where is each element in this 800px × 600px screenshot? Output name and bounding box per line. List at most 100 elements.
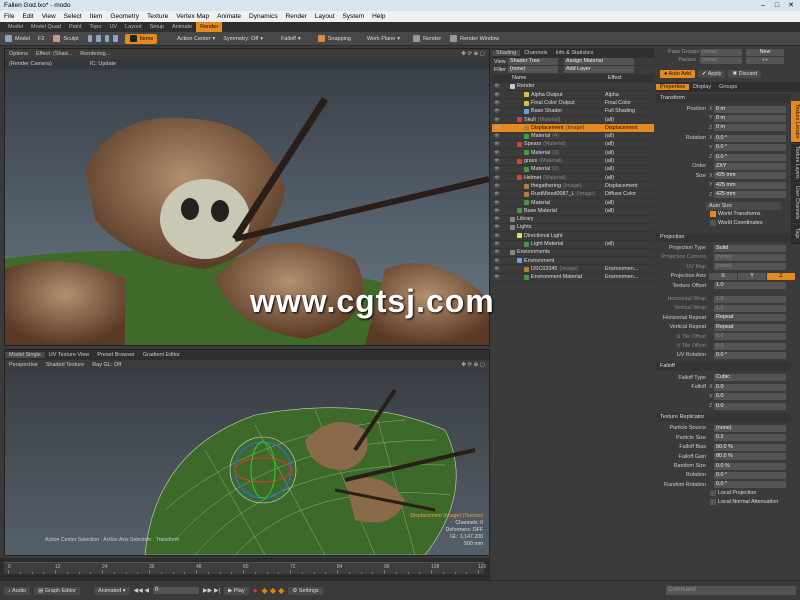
work-plane-dropdown[interactable]: Work Plane ▾: [363, 32, 404, 46]
symmetry-dropdown[interactable]: Symmetry: Off ▾: [219, 32, 267, 46]
local-projection-checkbox[interactable]: Local Projection: [710, 489, 756, 496]
texture-replicator-section-header[interactable]: Texture Replicator: [656, 412, 791, 422]
projection-section-header[interactable]: Projection: [656, 232, 791, 242]
visibility-eye-icon[interactable]: 👁: [492, 232, 502, 240]
world-coordinates-checkbox[interactable]: World Coordinates: [710, 219, 763, 226]
visibility-eye-icon[interactable]: 👁: [492, 124, 502, 132]
world-coordinates-checkbox-box[interactable]: [710, 219, 716, 226]
local-normal-attenuation-checkbox[interactable]: Local Normal Attenuation: [710, 498, 778, 505]
falloff-bias-field[interactable]: 50.0 %: [714, 443, 786, 451]
tab-topo[interactable]: Topo: [86, 22, 106, 32]
view-tab-gradient-editor[interactable]: Gradient Editor: [139, 352, 184, 358]
menu-item-help[interactable]: Help: [368, 11, 389, 22]
projection-type-field[interactable]: Solid: [714, 244, 786, 252]
position-y-field[interactable]: 0 m: [714, 114, 786, 122]
play-button[interactable]: ▶ Play: [224, 586, 249, 595]
visibility-eye-icon[interactable]: 👁: [492, 223, 502, 231]
visibility-eye-icon[interactable]: 👁: [492, 265, 502, 273]
menu-item-file[interactable]: File: [0, 11, 18, 22]
particle-source-field[interactable]: (none): [714, 424, 786, 432]
tab-paint[interactable]: Paint: [65, 22, 86, 32]
settings-button[interactable]: ⚙ Settings: [288, 586, 323, 595]
apply-button[interactable]: ✔ Apply: [697, 69, 726, 78]
passes-dropdown[interactable]: (none): [700, 56, 742, 64]
discard-button[interactable]: ✖ Discard: [728, 69, 762, 78]
menu-item-layout[interactable]: Layout: [311, 11, 339, 22]
visibility-eye-icon[interactable]: 👁: [492, 116, 502, 124]
menu-item-vertex-map[interactable]: Vertex Map: [172, 11, 213, 22]
world-transforms-checkbox-box[interactable]: [710, 210, 716, 217]
v-tile-offset-field[interactable]: 0.0: [714, 342, 786, 350]
falloff-type-field[interactable]: Cubic: [714, 374, 786, 382]
visibility-eye-icon[interactable]: 👁: [492, 149, 502, 157]
snapping-button[interactable]: Snapping: [313, 32, 355, 46]
view-tab-model-single[interactable]: Model Single: [5, 352, 45, 358]
visibility-eye-icon[interactable]: 👁: [492, 174, 502, 182]
shader-tab-shading[interactable]: Shading: [492, 50, 521, 56]
shader-tab-info-statistics[interactable]: Info & Statistics: [551, 50, 597, 56]
key-prev-icon[interactable]: ◀◀ ◀: [134, 587, 150, 594]
raygl-dropdown[interactable]: Ray GL: Off: [88, 362, 125, 368]
animated-dropdown[interactable]: Animated ▾: [93, 586, 130, 595]
auto-size-button[interactable]: Auto Size: [706, 201, 781, 210]
shader-tree-row[interactable]: 👁 Environment Material Environmen...: [492, 274, 654, 283]
visibility-eye-icon[interactable]: 👁: [492, 140, 502, 148]
projection-axis-z-button[interactable]: Z: [767, 272, 795, 280]
minimize-icon[interactable]: –: [756, 0, 770, 11]
visibility-eye-icon[interactable]: 👁: [492, 82, 502, 90]
view-tab-preset-browser[interactable]: Preset Browser: [93, 352, 139, 358]
random-rotation-field[interactable]: 0.0 °: [714, 481, 786, 489]
f2-button[interactable]: F2: [34, 32, 48, 46]
falloff-gain-field[interactable]: 80.0 %: [714, 453, 786, 461]
viewport-nav-icons[interactable]: ✥ ⟳ ⊕ ▢: [457, 51, 489, 57]
visibility-eye-icon[interactable]: 👁: [492, 199, 502, 207]
vertical-wrap-field[interactable]: 1.0: [714, 304, 786, 312]
visibility-eye-icon[interactable]: 👁: [492, 182, 502, 190]
rotation-y-field[interactable]: 0.0 °: [714, 144, 786, 152]
selection-mode-icons[interactable]: [83, 35, 123, 42]
u-tile-offset-field[interactable]: 0.0: [714, 333, 786, 341]
side-tab-texture-layers[interactable]: Texture Layers: [791, 144, 800, 182]
current-frame-field[interactable]: 0: [153, 587, 200, 594]
tab-model-quad[interactable]: Model Quad: [27, 22, 65, 32]
assign-material-dropdown[interactable]: Assign Material: [564, 58, 634, 66]
falloff-y-field[interactable]: 0.0: [714, 393, 786, 401]
material-icon[interactable]: [113, 35, 118, 42]
viewport-nav-icons-2[interactable]: ✥ ⟳ ⊕ ▢: [457, 362, 489, 368]
render-camera-dropdown[interactable]: (Render Camera): [5, 61, 56, 67]
position-z-field[interactable]: 0 m: [714, 124, 786, 132]
timeline[interactable]: 0 12 24 36 48 60 72 84 96 108 120: [0, 558, 490, 580]
menu-item-render[interactable]: Render: [282, 11, 311, 22]
filter-dropdown[interactable]: (none): [508, 66, 558, 74]
effect-column-header[interactable]: Effect: [608, 74, 622, 82]
side-tab-tags[interactable]: Tags: [791, 224, 800, 244]
menu-item-geometry[interactable]: Geometry: [106, 11, 143, 22]
visibility-eye-icon[interactable]: 👁: [492, 157, 502, 165]
visibility-eye-icon[interactable]: 👁: [492, 257, 502, 265]
transform-section-header[interactable]: Transform: [656, 93, 791, 103]
edge-icon[interactable]: [96, 35, 101, 42]
projection-camera-field[interactable]: (none): [714, 253, 786, 261]
local-normal-attenuation-checkbox-box[interactable]: [710, 498, 716, 505]
uv-map-field[interactable]: (none): [714, 263, 786, 271]
projection-axis-y-button[interactable]: Y: [738, 272, 766, 280]
menu-item-edit[interactable]: Edit: [18, 11, 37, 22]
visibility-eye-icon[interactable]: 👁: [492, 190, 502, 198]
transport-icons[interactable]: ▶▶ ▶|: [203, 587, 220, 594]
record-icon[interactable]: ●: [253, 586, 258, 595]
horizontal-wrap-field[interactable]: 1.0: [714, 295, 786, 303]
visibility-eye-icon[interactable]: 👁: [492, 165, 502, 173]
options-dropdown[interactable]: Options: [5, 51, 32, 57]
tab-render[interactable]: Render: [196, 22, 223, 32]
close-icon[interactable]: ✕: [784, 0, 798, 11]
rotation-field[interactable]: 0.0 °: [714, 471, 786, 479]
falloff-section-header[interactable]: Falloff: [656, 362, 791, 372]
props-tab-display[interactable]: Display: [689, 84, 715, 90]
rotation-z-field[interactable]: 0.0 °: [714, 153, 786, 161]
props-tab-groups[interactable]: Groups: [715, 84, 741, 90]
polygon-icon[interactable]: [104, 35, 110, 42]
menu-item-item[interactable]: Item: [86, 11, 107, 22]
menu-item-select[interactable]: Select: [60, 11, 86, 22]
maximize-icon[interactable]: □: [770, 0, 784, 11]
tab-setup[interactable]: Setup: [146, 22, 168, 32]
